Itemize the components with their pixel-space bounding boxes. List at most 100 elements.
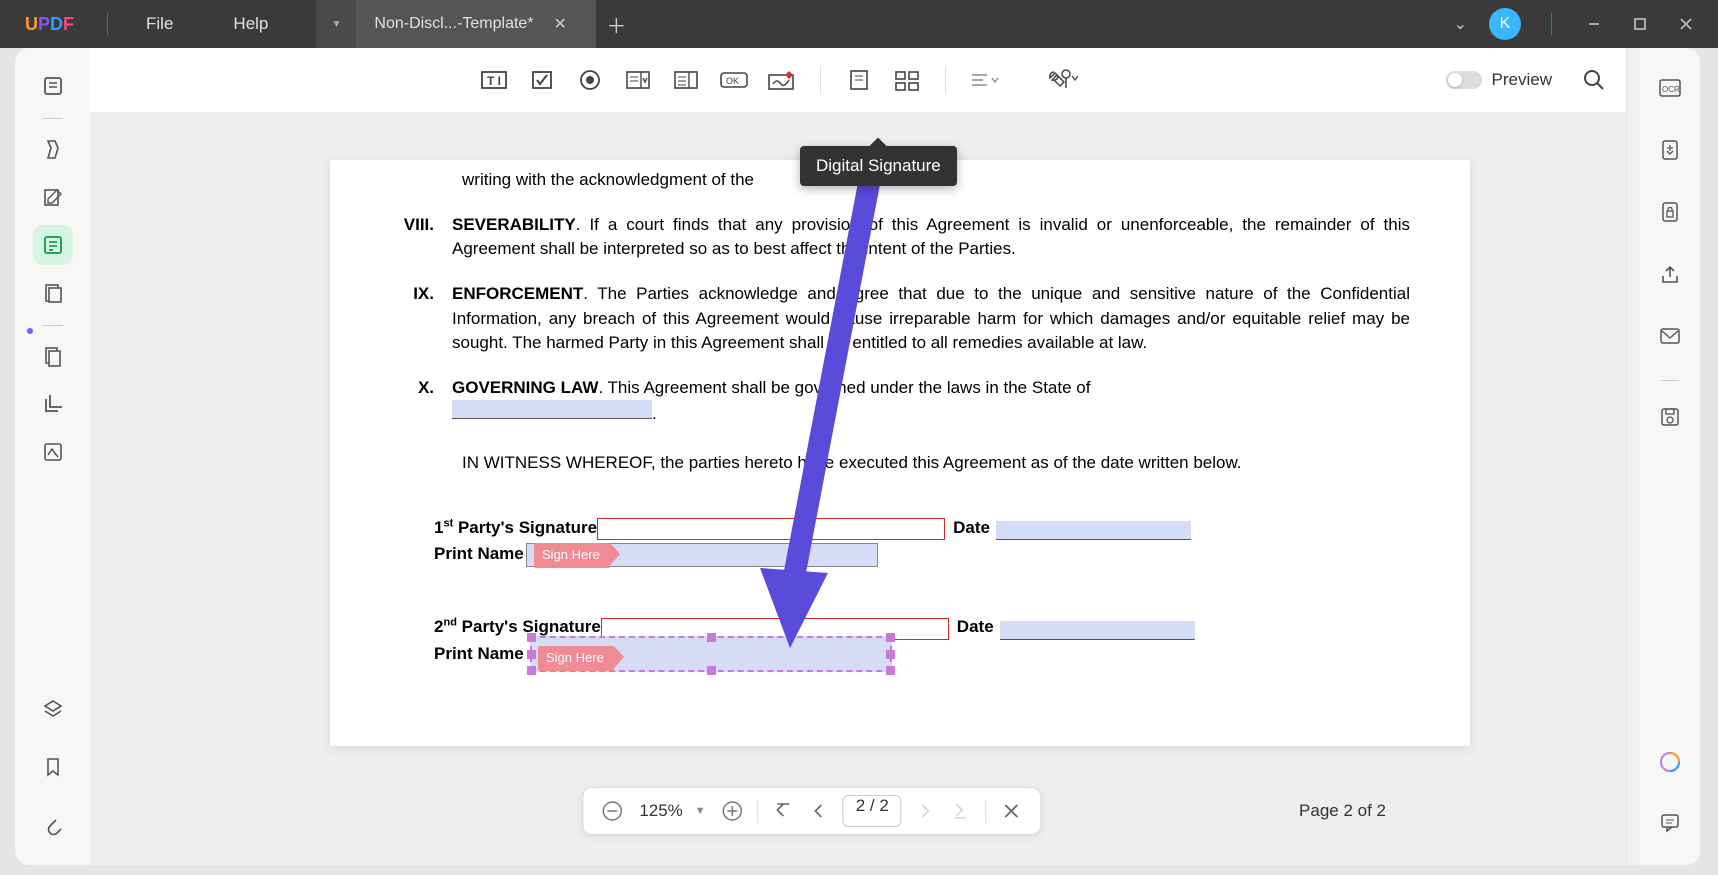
page-indicator: Page 2 of 2: [1299, 801, 1386, 821]
toggle-switch[interactable]: [1446, 71, 1482, 89]
section-title: GOVERNING LAW: [452, 378, 598, 397]
crop-tool-icon[interactable]: [33, 384, 73, 424]
print-name-row-1: Print Name Sign Here: [434, 542, 1410, 567]
section-body: . The Parties acknowledge and agree that…: [452, 284, 1410, 352]
section-number: IX.: [390, 282, 452, 356]
zoom-dropdown-icon[interactable]: ▼: [695, 805, 706, 817]
button-field-icon[interactable]: OK: [710, 61, 758, 99]
tab-list-dropdown[interactable]: ▼: [316, 0, 356, 48]
svg-text:OCR: OCR: [1662, 85, 1680, 94]
protect-icon[interactable]: [1650, 192, 1690, 232]
sign-here-tag: Sign Here: [534, 543, 610, 568]
align-dropdown-icon[interactable]: [960, 61, 1008, 99]
date-field-1[interactable]: [996, 521, 1191, 540]
zoom-in-button[interactable]: [718, 796, 748, 826]
witness-clause: IN WITNESS WHEREOF, the parties hereto h…: [462, 451, 1410, 476]
active-indicator-dot: [27, 328, 33, 334]
rail-separator: [1661, 380, 1679, 381]
close-toolbar-button[interactable]: [997, 796, 1027, 826]
ai-assistant-icon[interactable]: [1650, 743, 1690, 783]
save-icon[interactable]: [1650, 397, 1690, 437]
close-window-button[interactable]: [1674, 12, 1698, 36]
toolbar-separator: [758, 799, 759, 823]
ocr-icon[interactable]: OCR: [1650, 68, 1690, 108]
search-icon[interactable]: [1582, 68, 1606, 92]
section-title: SEVERABILITY: [452, 215, 576, 234]
dropdown-icon[interactable]: [614, 61, 662, 99]
attachment-icon[interactable]: [33, 805, 73, 845]
email-icon[interactable]: [1650, 316, 1690, 356]
document-tab[interactable]: Non-Discl...-Template* ✕: [356, 0, 596, 48]
last-page-button[interactable]: [946, 796, 976, 826]
radio-button-icon[interactable]: [566, 61, 614, 99]
tab-title: Non-Discl...-Template*: [374, 15, 533, 33]
signature-field-1[interactable]: [597, 518, 945, 540]
svg-text:T I: T I: [487, 74, 501, 88]
page-number-input[interactable]: 2 / 2: [843, 795, 902, 827]
document-page: writing with the acknowledgment of the V…: [330, 160, 1470, 746]
menu-help[interactable]: Help: [203, 14, 298, 34]
separator: [1551, 13, 1552, 35]
workspace: T I OK Preview Digital Signature: [15, 48, 1700, 865]
tooltip: Digital Signature: [800, 146, 957, 186]
text-field-icon[interactable]: T I: [470, 61, 518, 99]
left-sidebar: [15, 48, 90, 865]
layers-icon[interactable]: [33, 689, 73, 729]
maximize-button[interactable]: [1628, 12, 1652, 36]
right-sidebar: OCR: [1640, 48, 1700, 865]
form-toolbar: T I OK Preview: [90, 48, 1626, 112]
rail-separator: [43, 325, 63, 326]
zoom-out-button[interactable]: [597, 796, 627, 826]
document-viewport[interactable]: T I OK Preview Digital Signature: [90, 48, 1626, 865]
add-tab-button[interactable]: ＋: [596, 0, 636, 48]
form-recognize-icon[interactable]: [835, 61, 883, 99]
prev-page-button[interactable]: [803, 796, 833, 826]
titlebar: UPDF File Help ▼ Non-Discl...-Template* …: [0, 0, 1718, 48]
preview-toggle[interactable]: Preview: [1446, 70, 1552, 90]
section-body: . If a court finds that any provision of…: [452, 215, 1410, 259]
tooltip-label: Digital Signature: [800, 146, 957, 186]
date-field-2[interactable]: [1000, 621, 1195, 640]
zoom-page-toolbar: 125% ▼ 2 / 2: [582, 787, 1041, 835]
edit-tool-icon[interactable]: [33, 177, 73, 217]
chevron-down-icon[interactable]: ⌄: [1454, 14, 1467, 34]
list-box-icon[interactable]: [662, 61, 710, 99]
section-title: ENFORCEMENT: [452, 284, 583, 303]
date-label: Date: [957, 615, 994, 640]
menu-file[interactable]: File: [116, 14, 203, 34]
digital-signature-icon[interactable]: [758, 61, 806, 99]
toolbar-separator: [820, 67, 821, 93]
share-icon[interactable]: [1650, 254, 1690, 294]
next-page-button[interactable]: [912, 796, 942, 826]
close-tab-icon[interactable]: ✕: [554, 14, 567, 34]
form-tools-icon[interactable]: [1038, 61, 1086, 99]
tab-area: ▼ Non-Discl...-Template* ✕ ＋: [316, 0, 636, 48]
toolbar-separator: [945, 67, 946, 93]
reader-mode-icon[interactable]: [33, 66, 73, 106]
watermark-tool-icon[interactable]: [33, 432, 73, 472]
vertical-scrollbar[interactable]: [1626, 48, 1640, 865]
minimize-button[interactable]: [1582, 12, 1606, 36]
user-avatar[interactable]: K: [1489, 8, 1521, 40]
form-tool-icon[interactable]: [33, 225, 73, 265]
sign-here-tag: Sign Here: [538, 646, 614, 671]
titlebar-right: ⌄ K: [1454, 8, 1718, 40]
separator: [107, 13, 108, 35]
app-logo: UPDF: [0, 14, 99, 35]
organize-tool-icon[interactable]: [33, 273, 73, 313]
date-label: Date: [953, 516, 990, 541]
comment-tool-icon[interactable]: [33, 129, 73, 169]
print-name-label: Print Name: [434, 642, 524, 667]
form-alignment-icon[interactable]: [883, 61, 931, 99]
section-body: . This Agreement shall be governed under…: [598, 378, 1090, 397]
zoom-value: 125%: [639, 801, 682, 821]
page-tool-icon[interactable]: [33, 336, 73, 376]
convert-icon[interactable]: [1650, 130, 1690, 170]
section-10: X. GOVERNING LAW. This Agreement shall b…: [390, 376, 1410, 427]
first-page-button[interactable]: [769, 796, 799, 826]
checkbox-icon[interactable]: [518, 61, 566, 99]
bookmark-icon[interactable]: [33, 747, 73, 787]
chat-icon[interactable]: [1650, 803, 1690, 843]
print-name-label: Print Name: [434, 542, 524, 567]
toolbar-separator: [986, 799, 987, 823]
